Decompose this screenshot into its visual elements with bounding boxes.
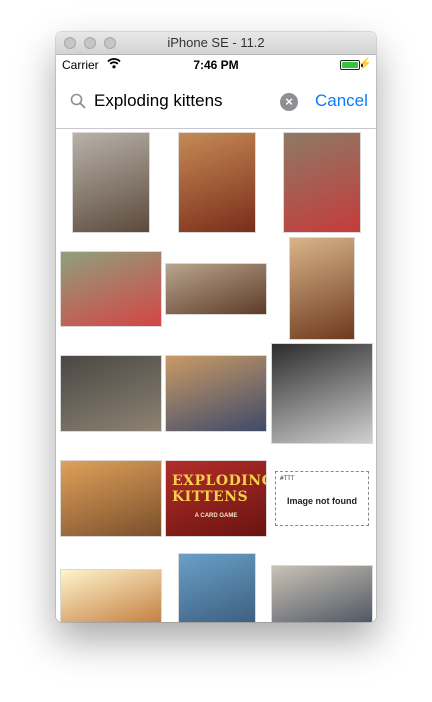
charging-bolt-icon: ⚡ [358, 58, 372, 70]
card-table-photo[interactable] [283, 132, 361, 233]
box-title: EXPLODING KITTENS [172, 473, 267, 505]
status-bar: Carrier 7:46 PM ⚡ [56, 55, 376, 75]
calico-cat-photo[interactable] [60, 569, 162, 622]
window-titlebar: iPhone SE - 11.2 [56, 32, 376, 55]
phone-screen: Carrier 7:46 PM ⚡ Exploding kittens × Ca… [56, 55, 376, 622]
pizza-photo[interactable] [178, 132, 256, 233]
image-not-found-placeholder[interactable]: #TTT Image not found [275, 471, 369, 526]
not-found-text: Image not found [287, 496, 357, 506]
simulator-window: iPhone SE - 11.2 Carrier 7:46 PM ⚡ Explo… [56, 32, 376, 622]
search-input[interactable]: Exploding kittens [94, 91, 223, 111]
dog-photo[interactable] [289, 237, 355, 340]
battery-icon [340, 60, 360, 70]
search-bar: Exploding kittens × Cancel [56, 81, 376, 125]
clock: 7:46 PM [193, 58, 239, 72]
orange-cat-photo[interactable] [60, 460, 162, 537]
group-table-photo[interactable] [271, 565, 373, 622]
search-icon [70, 93, 86, 114]
cancel-button[interactable]: Cancel [315, 91, 368, 111]
dinner-party-photo[interactable] [72, 132, 150, 233]
not-found-tag: #TTT [280, 475, 295, 482]
kids-game-photo[interactable] [165, 355, 267, 432]
box-subtitle: A CARD GAME [194, 513, 238, 519]
black-white-cat-photo[interactable] [271, 343, 373, 444]
living-room-photo[interactable] [60, 355, 162, 432]
window-title: iPhone SE - 11.2 [167, 35, 265, 50]
playing-cards-photo[interactable] [60, 251, 162, 327]
clear-search-icon[interactable]: × [280, 93, 298, 111]
image-results-grid[interactable]: EXPLODING KITTENS A CARD GAME #TTT Image… [56, 129, 376, 622]
exploding-kittens-box-photo[interactable]: EXPLODING KITTENS A CARD GAME [165, 460, 267, 537]
umbrella-photo[interactable] [178, 553, 256, 622]
people-at-table-photo[interactable] [165, 263, 267, 315]
